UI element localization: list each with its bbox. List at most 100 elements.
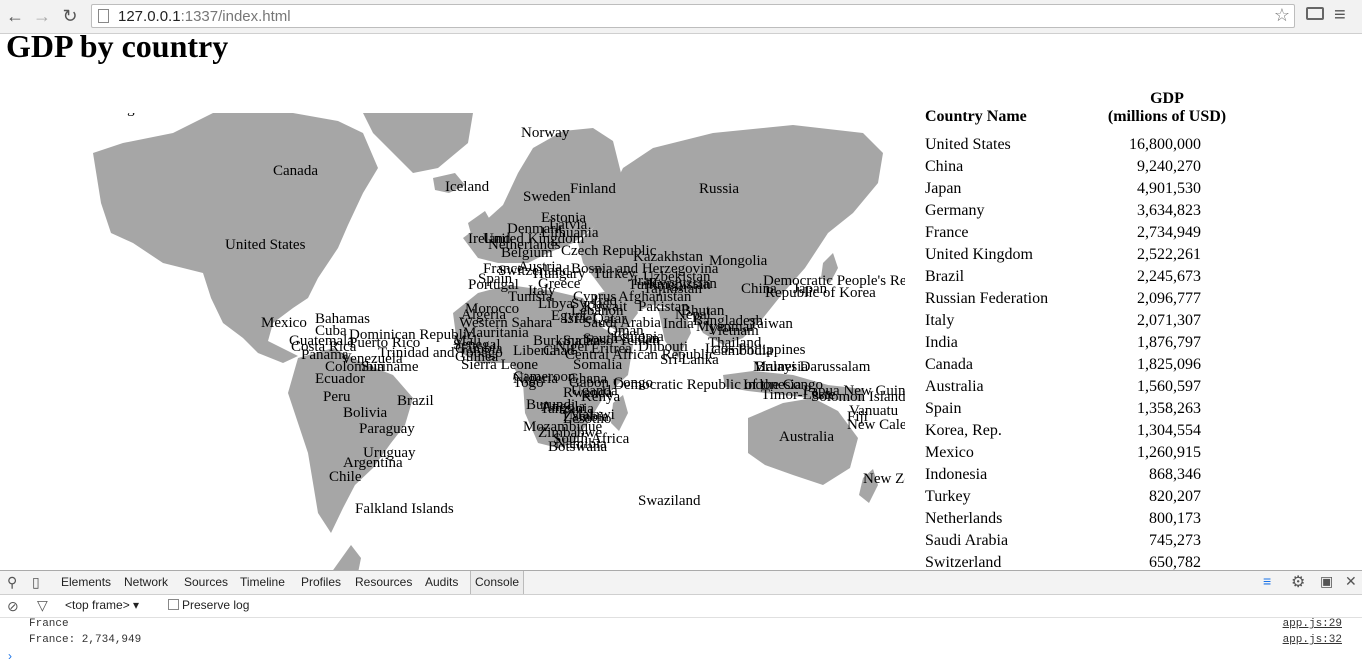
- table-row[interactable]: Netherlands 800,173: [924, 510, 1224, 532]
- table-row[interactable]: Korea, Rep. 1,304,554: [924, 422, 1224, 444]
- devtools-tab-timeline[interactable]: Timeline: [240, 575, 285, 589]
- header-gdp: GDP (millions of USD): [1102, 90, 1232, 126]
- gdp-value-cell: 2,096,777: [1137, 290, 1201, 307]
- page-icon: [98, 9, 109, 23]
- table-row[interactable]: United Kingdom 2,522,261: [924, 246, 1224, 268]
- gdp-value-cell: 3,634,823: [1137, 202, 1201, 219]
- dock-icon[interactable]: ▣: [1320, 573, 1333, 590]
- gdp-value-cell: 1,260,915: [1137, 444, 1201, 461]
- gdp-value-cell: 1,304,554: [1137, 422, 1201, 439]
- filter-icon[interactable]: ▽: [37, 597, 48, 614]
- gdp-value-cell: 2,522,261: [1137, 246, 1201, 263]
- country-name-cell: Germany: [925, 202, 985, 219]
- table-row[interactable]: Turkey 820,207: [924, 488, 1224, 510]
- devtools-panel: ⚲ ▯ Elements Network Sources Timeline Profil…: [0, 570, 1362, 666]
- map-label: Canada: [273, 163, 318, 179]
- devtools-tab-resources[interactable]: Resources: [355, 575, 412, 589]
- table-row[interactable]: Russian Federation 2,096,777: [924, 290, 1224, 312]
- inspect-search-icon[interactable]: ⚲: [7, 574, 17, 591]
- map-label: Paraguay: [359, 421, 415, 437]
- console-toolbar: ⊘ ▽ <top frame> ▾ Preserve log: [0, 595, 1362, 618]
- country-name-cell: India: [925, 334, 958, 351]
- settings-gear-icon[interactable]: ⚙: [1291, 572, 1305, 592]
- map-label: South Africa: [553, 431, 630, 447]
- map-label: Bolivia: [343, 405, 388, 421]
- devtools-tab-console[interactable]: Console: [470, 571, 525, 594]
- country-name-cell: Brazil: [925, 268, 965, 285]
- map-label: Sweden: [523, 189, 571, 205]
- table-row[interactable]: France 2,734,949: [924, 224, 1224, 246]
- map-label: Peru: [323, 389, 351, 405]
- checkbox[interactable]: [168, 599, 179, 610]
- map-label: Democratic Republic of the Congo: [613, 377, 823, 393]
- devtools-tab-network[interactable]: Network: [124, 575, 168, 589]
- devtools-tabbar: ⚲ ▯ Elements Network Sources Timeline Profil…: [0, 571, 1362, 595]
- table-row[interactable]: China 9,240,270: [924, 158, 1224, 180]
- map-label: Brazil: [397, 393, 434, 409]
- gdp-value-cell: 4,901,530: [1137, 180, 1201, 197]
- devtools-tab-audits[interactable]: Audits: [425, 575, 458, 589]
- table-row[interactable]: Australia 1,560,597: [924, 378, 1224, 400]
- map-label: Mexico: [261, 315, 307, 331]
- country-name-cell: China: [925, 158, 964, 175]
- gdp-value-cell: 2,071,307: [1137, 312, 1201, 329]
- country-name-cell: Italy: [925, 312, 955, 329]
- preserve-log-checkbox[interactable]: Preserve log: [168, 598, 249, 612]
- devtools-tab-elements[interactable]: Elements: [61, 575, 111, 589]
- table-row[interactable]: United States 16,800,000: [924, 136, 1224, 158]
- clear-console-icon[interactable]: ⊘: [7, 598, 19, 615]
- map-label: Togo: [513, 375, 544, 391]
- country-name-cell: Netherlands: [925, 510, 1003, 527]
- map-label: Russia: [699, 181, 739, 197]
- map-label: Egypt: [551, 308, 588, 324]
- device-mode-icon[interactable]: ▯: [32, 574, 40, 591]
- map-label: Taiwan: [749, 316, 793, 332]
- table-row[interactable]: Indonesia 868,346: [924, 466, 1224, 488]
- console-drawer-icon[interactable]: ≡: [1263, 573, 1271, 589]
- gdp-value-cell: 2,734,949: [1137, 224, 1201, 241]
- gdp-value-cell: 820,207: [1149, 488, 1201, 505]
- country-name-cell: Russian Federation: [925, 290, 1049, 307]
- map-label: United States: [225, 237, 306, 253]
- address-bar[interactable]: 127.0.0.1:1337/index.html ☆: [91, 4, 1295, 28]
- table-row[interactable]: Saudi Arabia 745,273: [924, 532, 1224, 554]
- cast-icon[interactable]: [1306, 7, 1324, 20]
- country-name-cell: Japan: [925, 180, 962, 197]
- map-label: French Southern Territories: [93, 113, 258, 117]
- country-name-cell: Turkey: [925, 488, 971, 505]
- reload-icon[interactable]: ↻: [59, 5, 81, 27]
- land-greenland: [363, 113, 473, 173]
- frame-selector[interactable]: <top frame> ▾: [65, 598, 139, 612]
- close-icon[interactable]: ✕: [1345, 573, 1357, 590]
- forward-arrow-icon[interactable]: →: [31, 5, 53, 27]
- page-content: GDP by country Canada United States Mexi…: [0, 34, 1362, 570]
- console-source-link[interactable]: app.js:29: [1283, 618, 1342, 630]
- table-row[interactable]: Switzerland 650,782: [924, 554, 1224, 570]
- back-arrow-icon[interactable]: ←: [4, 5, 26, 27]
- devtools-tab-sources[interactable]: Sources: [184, 575, 228, 589]
- gdp-value-cell: 745,273: [1149, 532, 1201, 549]
- map-label: Mongolia: [709, 253, 768, 269]
- table-row[interactable]: Spain 1,358,263: [924, 400, 1224, 422]
- menu-icon[interactable]: ≡: [1334, 4, 1346, 27]
- table-row[interactable]: Japan 4,901,530: [924, 180, 1224, 202]
- table-row[interactable]: Brazil 2,245,673: [924, 268, 1224, 290]
- table-row[interactable]: India 1,876,797: [924, 334, 1224, 356]
- gdp-value-cell: 9,240,270: [1137, 158, 1201, 175]
- table-row[interactable]: Canada 1,825,096: [924, 356, 1224, 378]
- console-source-link[interactable]: app.js:32: [1283, 634, 1342, 646]
- map-label: India: [663, 316, 694, 332]
- devtools-tab-profiles[interactable]: Profiles: [301, 575, 341, 589]
- world-map[interactable]: CanadaUnited StatesMexico BahamasCuba Domi…: [93, 113, 905, 570]
- console-prompt[interactable]: ›: [8, 649, 12, 663]
- country-name-cell: Australia: [925, 378, 984, 395]
- table-row[interactable]: Italy 2,071,307: [924, 312, 1224, 334]
- table-row[interactable]: Mexico 1,260,915: [924, 444, 1224, 466]
- map-label: Tajikistan: [643, 281, 702, 297]
- console-message: France: [29, 618, 69, 630]
- gdp-value-cell: 1,825,096: [1137, 356, 1201, 373]
- country-name-cell: Indonesia: [925, 466, 988, 483]
- console-message: France: 2,734,949: [29, 634, 142, 646]
- table-row[interactable]: Germany 3,634,823: [924, 202, 1224, 224]
- bookmark-star-icon[interactable]: ☆: [1274, 5, 1290, 26]
